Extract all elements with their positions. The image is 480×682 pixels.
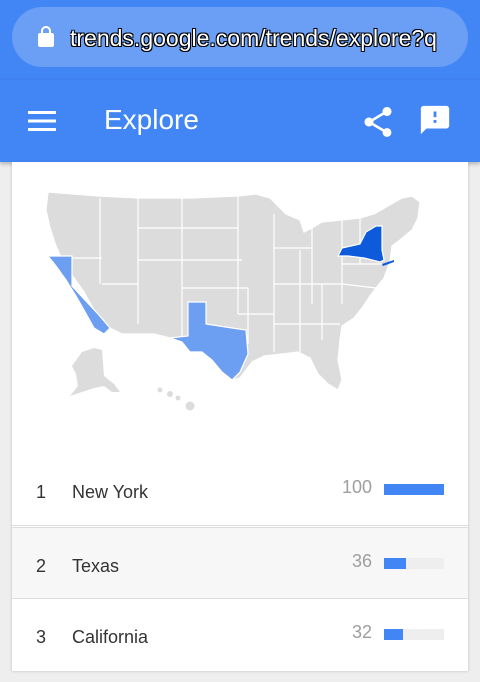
- region-rank: 2: [36, 556, 47, 576]
- interest-by-region-card: 1 New York 100 2 Texas 36 3 California 3…: [12, 162, 468, 671]
- hamburger-menu-icon[interactable]: [26, 108, 58, 134]
- state-alaska[interactable]: [70, 348, 120, 396]
- region-value: 36: [351, 551, 372, 571]
- region-row[interactable]: 3 California 32: [12, 599, 468, 671]
- app-bar: Explore: [0, 80, 480, 162]
- region-bar-fill: [384, 629, 404, 640]
- region-row[interactable]: 1 New York 100: [12, 454, 468, 526]
- region-bar-fill: [384, 484, 444, 495]
- region-bar-track: [384, 484, 444, 495]
- page-title: Explore: [104, 104, 199, 135]
- region-rank: 3: [36, 627, 47, 647]
- state-hawaii[interactable]: [157, 387, 195, 411]
- share-icon[interactable]: [360, 104, 396, 140]
- browser-address-bar: trends.google.com/trends/explore?q: [0, 0, 480, 80]
- us-state-map[interactable]: [42, 184, 442, 424]
- region-name: Texas: [72, 556, 120, 576]
- region-value: 32: [351, 622, 372, 642]
- lock-icon: [38, 26, 54, 47]
- region-bar-track: [384, 629, 444, 640]
- region-bar-fill: [384, 558, 406, 569]
- region-name: New York: [72, 482, 149, 502]
- region-value: 100: [341, 477, 372, 497]
- feedback-icon[interactable]: [418, 103, 452, 137]
- url-field[interactable]: trends.google.com/trends/explore?q: [12, 7, 468, 67]
- region-rank: 1: [36, 482, 47, 502]
- url-text: trends.google.com/trends/explore?q: [70, 25, 437, 51]
- region-row[interactable]: 2 Texas 36: [12, 527, 468, 599]
- region-bar-track: [384, 558, 444, 569]
- region-name: California: [72, 627, 149, 647]
